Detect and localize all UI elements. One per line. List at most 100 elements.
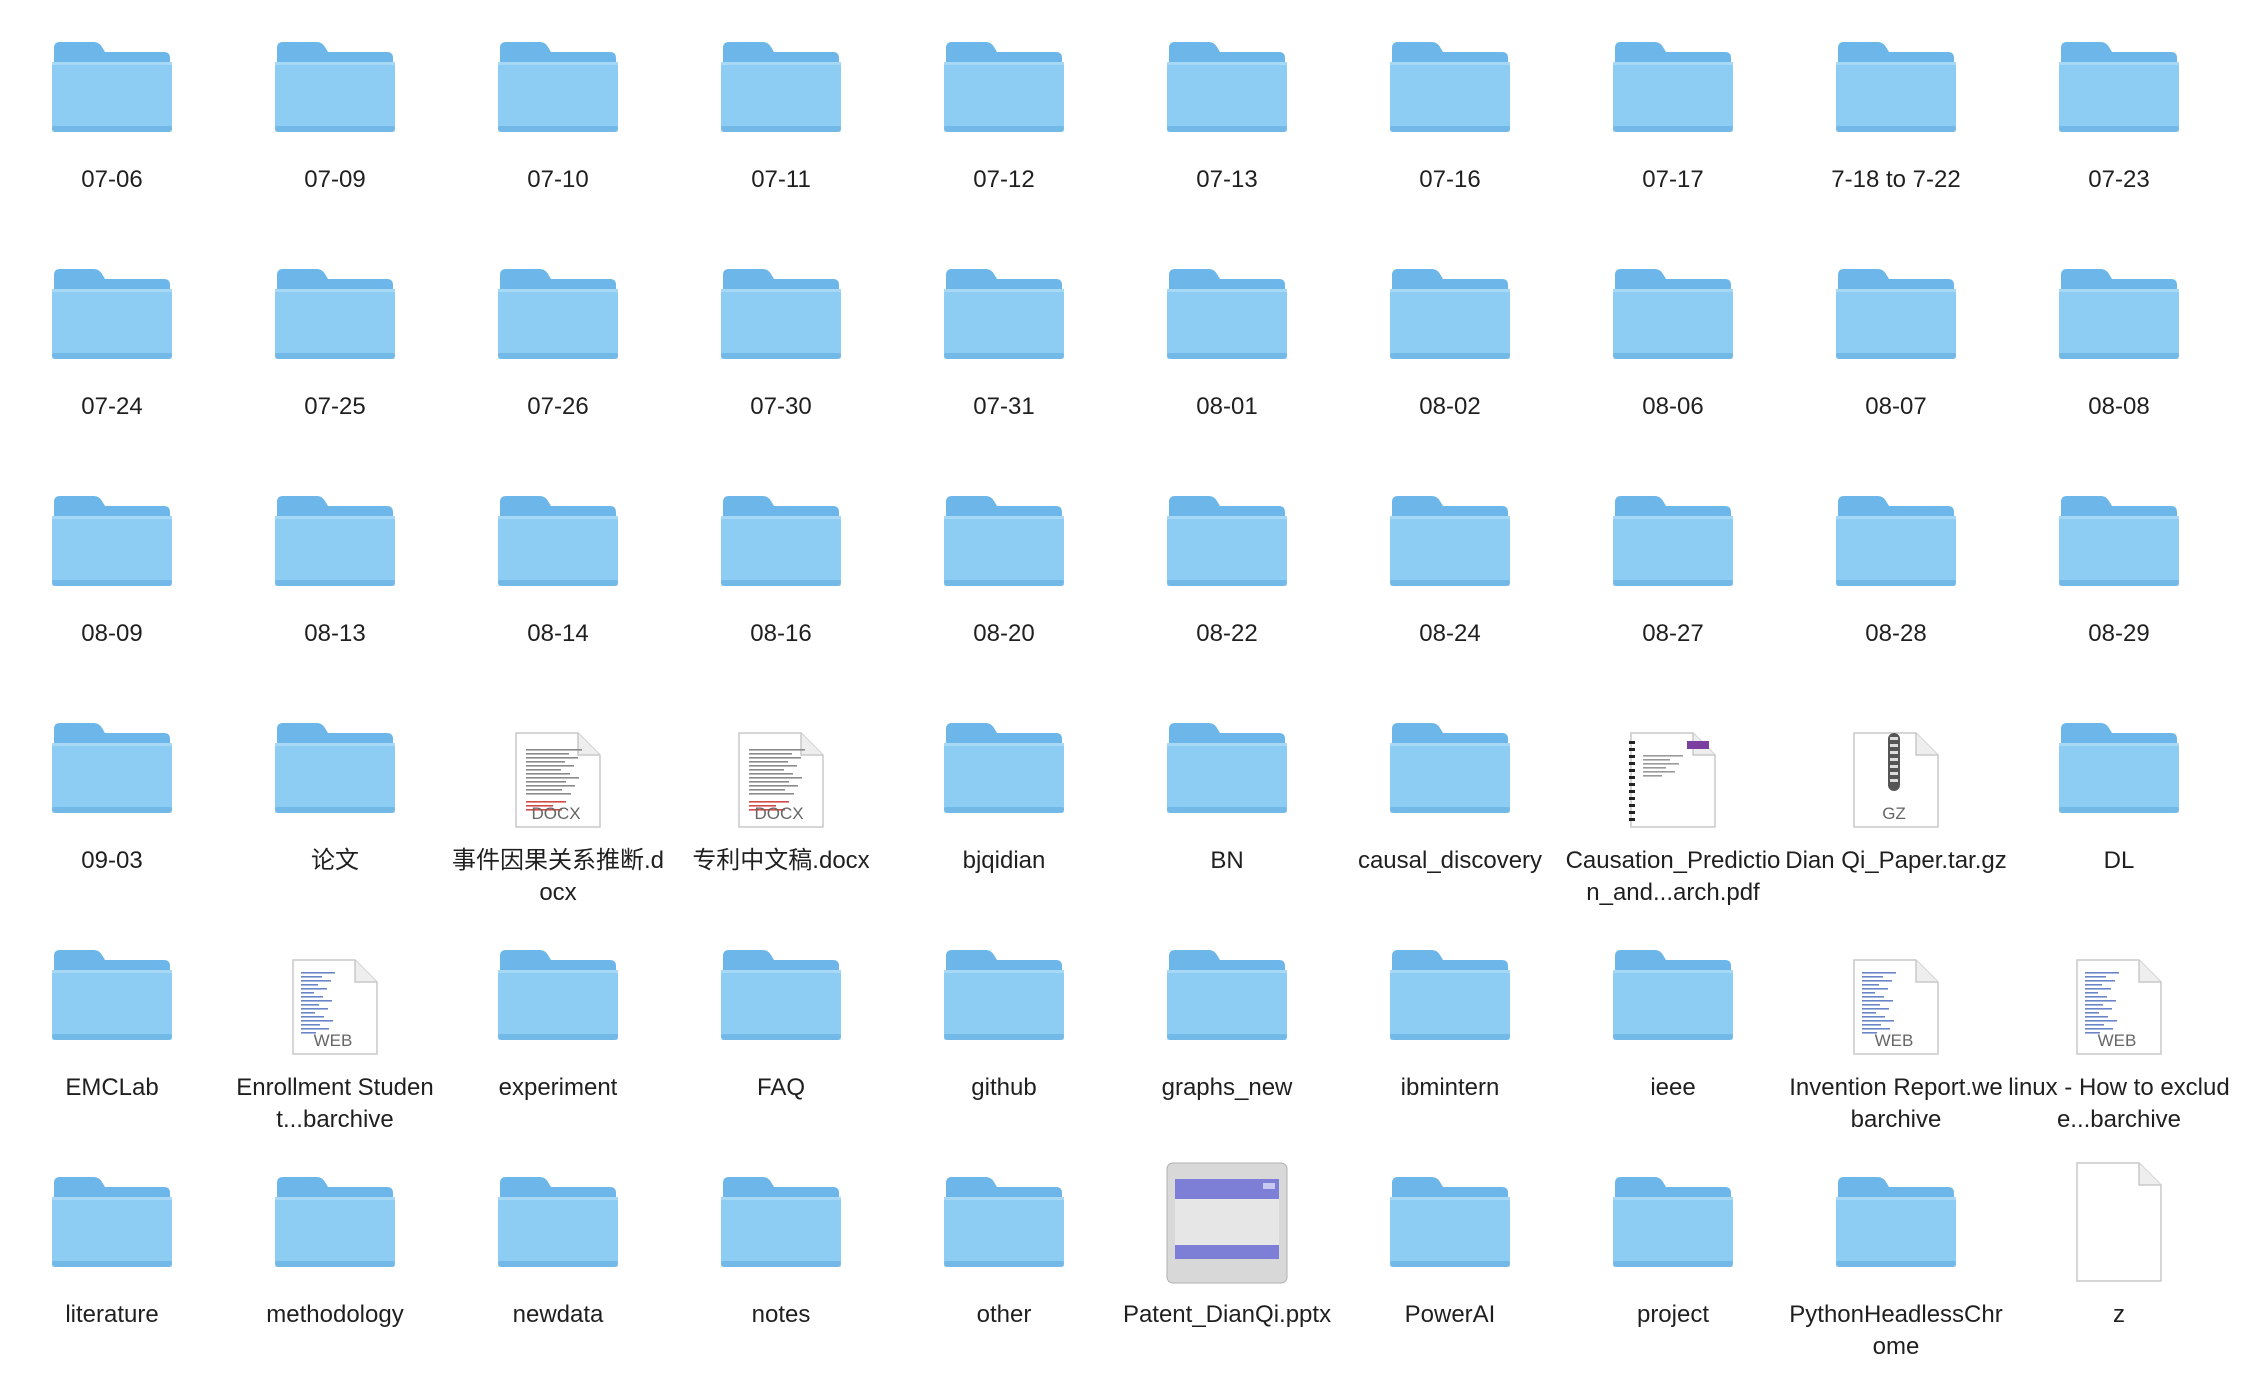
folder-icon — [446, 1153, 670, 1291]
folder-item[interactable]: PythonHeadlessChrome — [1784, 1153, 2008, 1373]
folder-item[interactable]: 08-20 — [892, 472, 1116, 692]
folder-icon — [223, 18, 447, 156]
svg-text:DOCX: DOCX — [754, 804, 803, 823]
folder-icon — [892, 245, 1116, 383]
webarchive-document-icon: WEB — [223, 926, 447, 1064]
folder-icon — [1561, 245, 1785, 383]
item-label: 论文 — [311, 847, 359, 874]
folder-item[interactable]: 08-02 — [1338, 245, 1562, 465]
item-label: graphs_new — [1161, 1074, 1293, 1101]
folder-item[interactable]: 08-22 — [1115, 472, 1339, 692]
file-item[interactable]: DOCX 事件因果关系推断.docx — [446, 699, 670, 919]
folder-item[interactable]: 07-31 — [892, 245, 1116, 465]
folder-item[interactable]: 08-08 — [2007, 245, 2231, 465]
folder-item[interactable]: 07-23 — [2007, 18, 2231, 238]
folder-item[interactable]: experiment — [446, 926, 670, 1146]
folder-item[interactable]: 07-26 — [446, 245, 670, 465]
file-item[interactable]: Causation_Prediction_and...arch.pdf — [1561, 699, 1785, 919]
folder-item[interactable]: 08-07 — [1784, 245, 2008, 465]
folder-item[interactable]: 08-29 — [2007, 472, 2231, 692]
folder-item[interactable]: BN — [1115, 699, 1339, 919]
file-item[interactable]: WEB Enrollment Student...barchive — [223, 926, 447, 1146]
file-item[interactable]: WEB Invention Report.webarchive — [1784, 926, 2008, 1146]
folder-item[interactable]: 08-24 — [1338, 472, 1562, 692]
folder-item[interactable]: causal_discovery — [1338, 699, 1562, 919]
folder-item[interactable]: 07-24 — [0, 245, 224, 465]
folder-item[interactable]: 07-17 — [1561, 18, 1785, 238]
docx-document-icon: DOCX — [669, 699, 893, 837]
folder-icon — [1784, 472, 2008, 610]
folder-item[interactable]: 07-13 — [1115, 18, 1339, 238]
folder-item[interactable]: 09-03 — [0, 699, 224, 919]
folder-item[interactable]: 7-18 to 7-22 — [1784, 18, 2008, 238]
svg-text:WEB: WEB — [2098, 1031, 2137, 1050]
folder-item[interactable]: 07-11 — [669, 18, 893, 238]
folder-item[interactable]: bjqidian — [892, 699, 1116, 919]
folder-item[interactable]: 07-25 — [223, 245, 447, 465]
file-item[interactable]: Patent_DianQi.pptx — [1115, 1153, 1339, 1373]
folder-icon — [0, 1153, 224, 1291]
folder-icon — [0, 18, 224, 156]
folder-item[interactable]: FAQ — [669, 926, 893, 1146]
folder-icon — [1338, 245, 1562, 383]
folder-item[interactable]: other — [892, 1153, 1116, 1373]
folder-item[interactable]: 08-27 — [1561, 472, 1785, 692]
folder-item[interactable]: 07-30 — [669, 245, 893, 465]
folder-item[interactable]: project — [1561, 1153, 1785, 1373]
folder-icon — [892, 1153, 1116, 1291]
folder-item[interactable]: 08-09 — [0, 472, 224, 692]
folder-icon — [1338, 926, 1562, 1064]
item-label: 08-06 — [1642, 393, 1704, 420]
folder-item[interactable]: DL — [2007, 699, 2231, 919]
folder-item[interactable]: graphs_new — [1115, 926, 1339, 1146]
folder-item[interactable]: github — [892, 926, 1116, 1146]
folder-item[interactable]: 07-06 — [0, 18, 224, 238]
file-item[interactable]: WEB linux - How to exclude...barchive — [2007, 926, 2231, 1146]
folder-item[interactable]: 07-12 — [892, 18, 1116, 238]
file-icon-grid: 07-06 07-09 07-10 07-11 07-12 07-13 07-1… — [0, 0, 2258, 1394]
item-label: notes — [751, 1301, 811, 1328]
folder-icon — [0, 699, 224, 837]
folder-item[interactable]: 08-13 — [223, 472, 447, 692]
item-label: 09-03 — [81, 847, 143, 874]
item-label: z — [2113, 1301, 2125, 1328]
folder-item[interactable]: 07-16 — [1338, 18, 1562, 238]
item-label: 08-01 — [1196, 393, 1258, 420]
folder-item[interactable]: notes — [669, 1153, 893, 1373]
folder-item[interactable]: newdata — [446, 1153, 670, 1373]
folder-item[interactable]: ieee — [1561, 926, 1785, 1146]
file-item[interactable]: GZ Dian Qi_Paper.tar.gz — [1784, 699, 2008, 919]
folder-icon — [446, 926, 670, 1064]
folder-item[interactable]: ibmintern — [1338, 926, 1562, 1146]
file-item[interactable]: z — [2007, 1153, 2231, 1373]
folder-item[interactable]: 08-06 — [1561, 245, 1785, 465]
item-label: Causation_Prediction_and...arch.pdf — [1565, 847, 1781, 906]
item-label: PythonHeadlessChrome — [1789, 1301, 2003, 1360]
folder-icon — [1561, 472, 1785, 610]
folder-item[interactable]: EMCLab — [0, 926, 224, 1146]
folder-icon — [446, 472, 670, 610]
folder-item[interactable]: 07-10 — [446, 18, 670, 238]
folder-icon — [1115, 245, 1339, 383]
file-item[interactable]: DOCX 专利中文稿.docx — [669, 699, 893, 919]
folder-item[interactable]: 07-09 — [223, 18, 447, 238]
item-label: 08-09 — [81, 620, 143, 647]
svg-text:DOCX: DOCX — [531, 804, 580, 823]
folder-item[interactable]: 08-01 — [1115, 245, 1339, 465]
item-label: 08-24 — [1419, 620, 1481, 647]
folder-icon — [892, 472, 1116, 610]
item-label: 07-31 — [973, 393, 1035, 420]
item-label: 07-13 — [1196, 166, 1258, 193]
folder-item[interactable]: 08-14 — [446, 472, 670, 692]
folder-item[interactable]: PowerAI — [1338, 1153, 1562, 1373]
folder-icon — [223, 1153, 447, 1291]
folder-item[interactable]: 08-28 — [1784, 472, 2008, 692]
folder-icon — [1561, 18, 1785, 156]
folder-item[interactable]: literature — [0, 1153, 224, 1373]
folder-icon — [1784, 18, 2008, 156]
folder-item[interactable]: 论文 — [223, 699, 447, 919]
folder-icon — [2007, 245, 2231, 383]
item-label: 08-13 — [304, 620, 366, 647]
folder-item[interactable]: 08-16 — [669, 472, 893, 692]
folder-item[interactable]: methodology — [223, 1153, 447, 1373]
